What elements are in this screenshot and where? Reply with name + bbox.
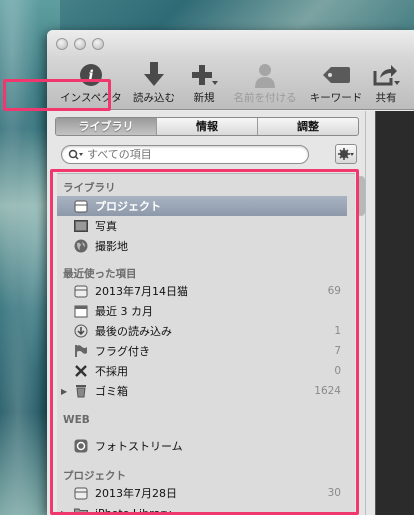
list-item-flagged[interactable]: フラグ付き 7 bbox=[57, 341, 347, 361]
browser-pane bbox=[375, 111, 414, 515]
photostream-icon bbox=[73, 438, 89, 454]
list-item-label: 2013年7月28日 bbox=[95, 487, 177, 500]
list-item-photos[interactable]: 写真 bbox=[57, 216, 347, 236]
title-bar bbox=[47, 30, 414, 58]
list-item-project-2013-07-28[interactable]: 2013年7月28日 30 bbox=[57, 483, 347, 503]
globe-icon bbox=[73, 238, 89, 254]
scrollbar[interactable] bbox=[357, 176, 365, 216]
search-icon bbox=[68, 149, 83, 160]
search-input[interactable] bbox=[87, 148, 257, 161]
zoom-window-button[interactable] bbox=[92, 38, 104, 50]
list-item-photostream[interactable]: フォトストリーム bbox=[57, 436, 347, 456]
list-item-label: 写真 bbox=[95, 220, 117, 233]
item-count: 69 bbox=[327, 285, 341, 297]
list-item-last-import[interactable]: 最後の読み込み 1 bbox=[57, 321, 347, 341]
list-item-label: 最近 3 カ月 bbox=[95, 305, 153, 318]
keyword-label: キーワード bbox=[309, 92, 363, 104]
list-item-label: フォトストリーム bbox=[95, 440, 183, 453]
search-row bbox=[61, 144, 357, 166]
import-icon bbox=[73, 323, 89, 339]
project-icon bbox=[73, 283, 89, 299]
trash-icon bbox=[73, 383, 89, 399]
inspector-tabs: ライブラリ 情報 調整 bbox=[55, 117, 359, 136]
list-item-label: 最後の読み込み bbox=[95, 325, 172, 338]
item-count: 7 bbox=[334, 345, 341, 357]
list-item-last-3-months[interactable]: 最近 3 カ月 bbox=[57, 301, 347, 321]
list-item-label: 不採用 bbox=[95, 365, 128, 378]
share-icon bbox=[373, 65, 400, 86]
disclosure-triangle-icon[interactable]: ▶ bbox=[61, 387, 67, 396]
list-item-label: 2013年7月14日猫 bbox=[95, 285, 188, 298]
list-item-projects[interactable]: プロジェクト bbox=[57, 196, 347, 216]
share-button[interactable]: 共有 bbox=[369, 60, 403, 105]
project-icon bbox=[73, 198, 89, 214]
list-item-label: プロジェクト bbox=[95, 200, 161, 213]
gear-icon bbox=[338, 148, 354, 160]
plus-icon bbox=[192, 65, 218, 85]
section-projects: プロジェクト bbox=[63, 470, 126, 482]
name-button[interactable]: 名前を付ける bbox=[229, 60, 301, 105]
list-item-iphoto-library[interactable]: ▶ iPhoto Library bbox=[57, 503, 347, 515]
item-count: 1624 bbox=[314, 385, 341, 397]
import-arrow-icon bbox=[144, 62, 164, 86]
list-item-recent-project[interactable]: 2013年7月14日猫 69 bbox=[57, 281, 347, 301]
share-label: 共有 bbox=[375, 92, 397, 104]
photo-icon bbox=[73, 218, 89, 234]
import-button[interactable]: 読み込む bbox=[129, 60, 179, 105]
search-field[interactable] bbox=[61, 145, 309, 164]
library-list: ライブラリ プロジェクト 写真 撮影地 最近使った項目 2013年7月14日猫 … bbox=[57, 173, 365, 515]
disclosure-triangle-icon[interactable]: ▶ bbox=[61, 509, 67, 515]
list-item-places[interactable]: 撮影地 bbox=[57, 236, 347, 256]
panel-splitter[interactable] bbox=[365, 111, 375, 515]
tab-info[interactable]: 情報 bbox=[156, 118, 257, 135]
project-icon bbox=[73, 485, 89, 501]
new-label: 新規 bbox=[193, 92, 215, 104]
list-item-trash[interactable]: ▶ ゴミ箱 1624 bbox=[57, 381, 347, 401]
tab-adjust[interactable]: 調整 bbox=[257, 118, 358, 135]
library-panel: ライブラリ 情報 調整 ライブラリ プロジェクト 写真 bbox=[47, 111, 365, 515]
item-count: 30 bbox=[327, 487, 341, 499]
section-web: WEB bbox=[63, 414, 90, 426]
close-window-button[interactable] bbox=[56, 38, 68, 50]
folder-icon bbox=[73, 505, 89, 515]
person-icon bbox=[255, 64, 275, 88]
tag-icon bbox=[323, 67, 350, 83]
list-item-rejected[interactable]: 不採用 0 bbox=[57, 361, 347, 381]
flag-icon bbox=[73, 343, 89, 359]
action-menu-button[interactable] bbox=[335, 144, 357, 164]
name-label: 名前を付ける bbox=[233, 92, 297, 104]
list-item-label: ゴミ箱 bbox=[95, 385, 128, 398]
new-button[interactable]: 新規 bbox=[187, 60, 221, 105]
tab-library[interactable]: ライブラリ bbox=[56, 118, 156, 135]
list-item-label: フラグ付き bbox=[95, 345, 150, 358]
item-count: 1 bbox=[334, 325, 341, 337]
calendar-icon bbox=[73, 303, 89, 319]
x-icon bbox=[73, 363, 89, 379]
item-count: 0 bbox=[334, 365, 341, 377]
minimize-window-button[interactable] bbox=[74, 38, 86, 50]
section-recent: 最近使った項目 bbox=[63, 268, 137, 280]
list-item-label: iPhoto Library bbox=[95, 506, 172, 515]
keyword-button[interactable]: キーワード bbox=[307, 60, 365, 105]
list-item-label: 撮影地 bbox=[95, 240, 128, 253]
import-label: 読み込む bbox=[133, 92, 175, 104]
annotation-highlight-tab bbox=[3, 79, 111, 111]
section-library: ライブラリ bbox=[63, 182, 116, 194]
